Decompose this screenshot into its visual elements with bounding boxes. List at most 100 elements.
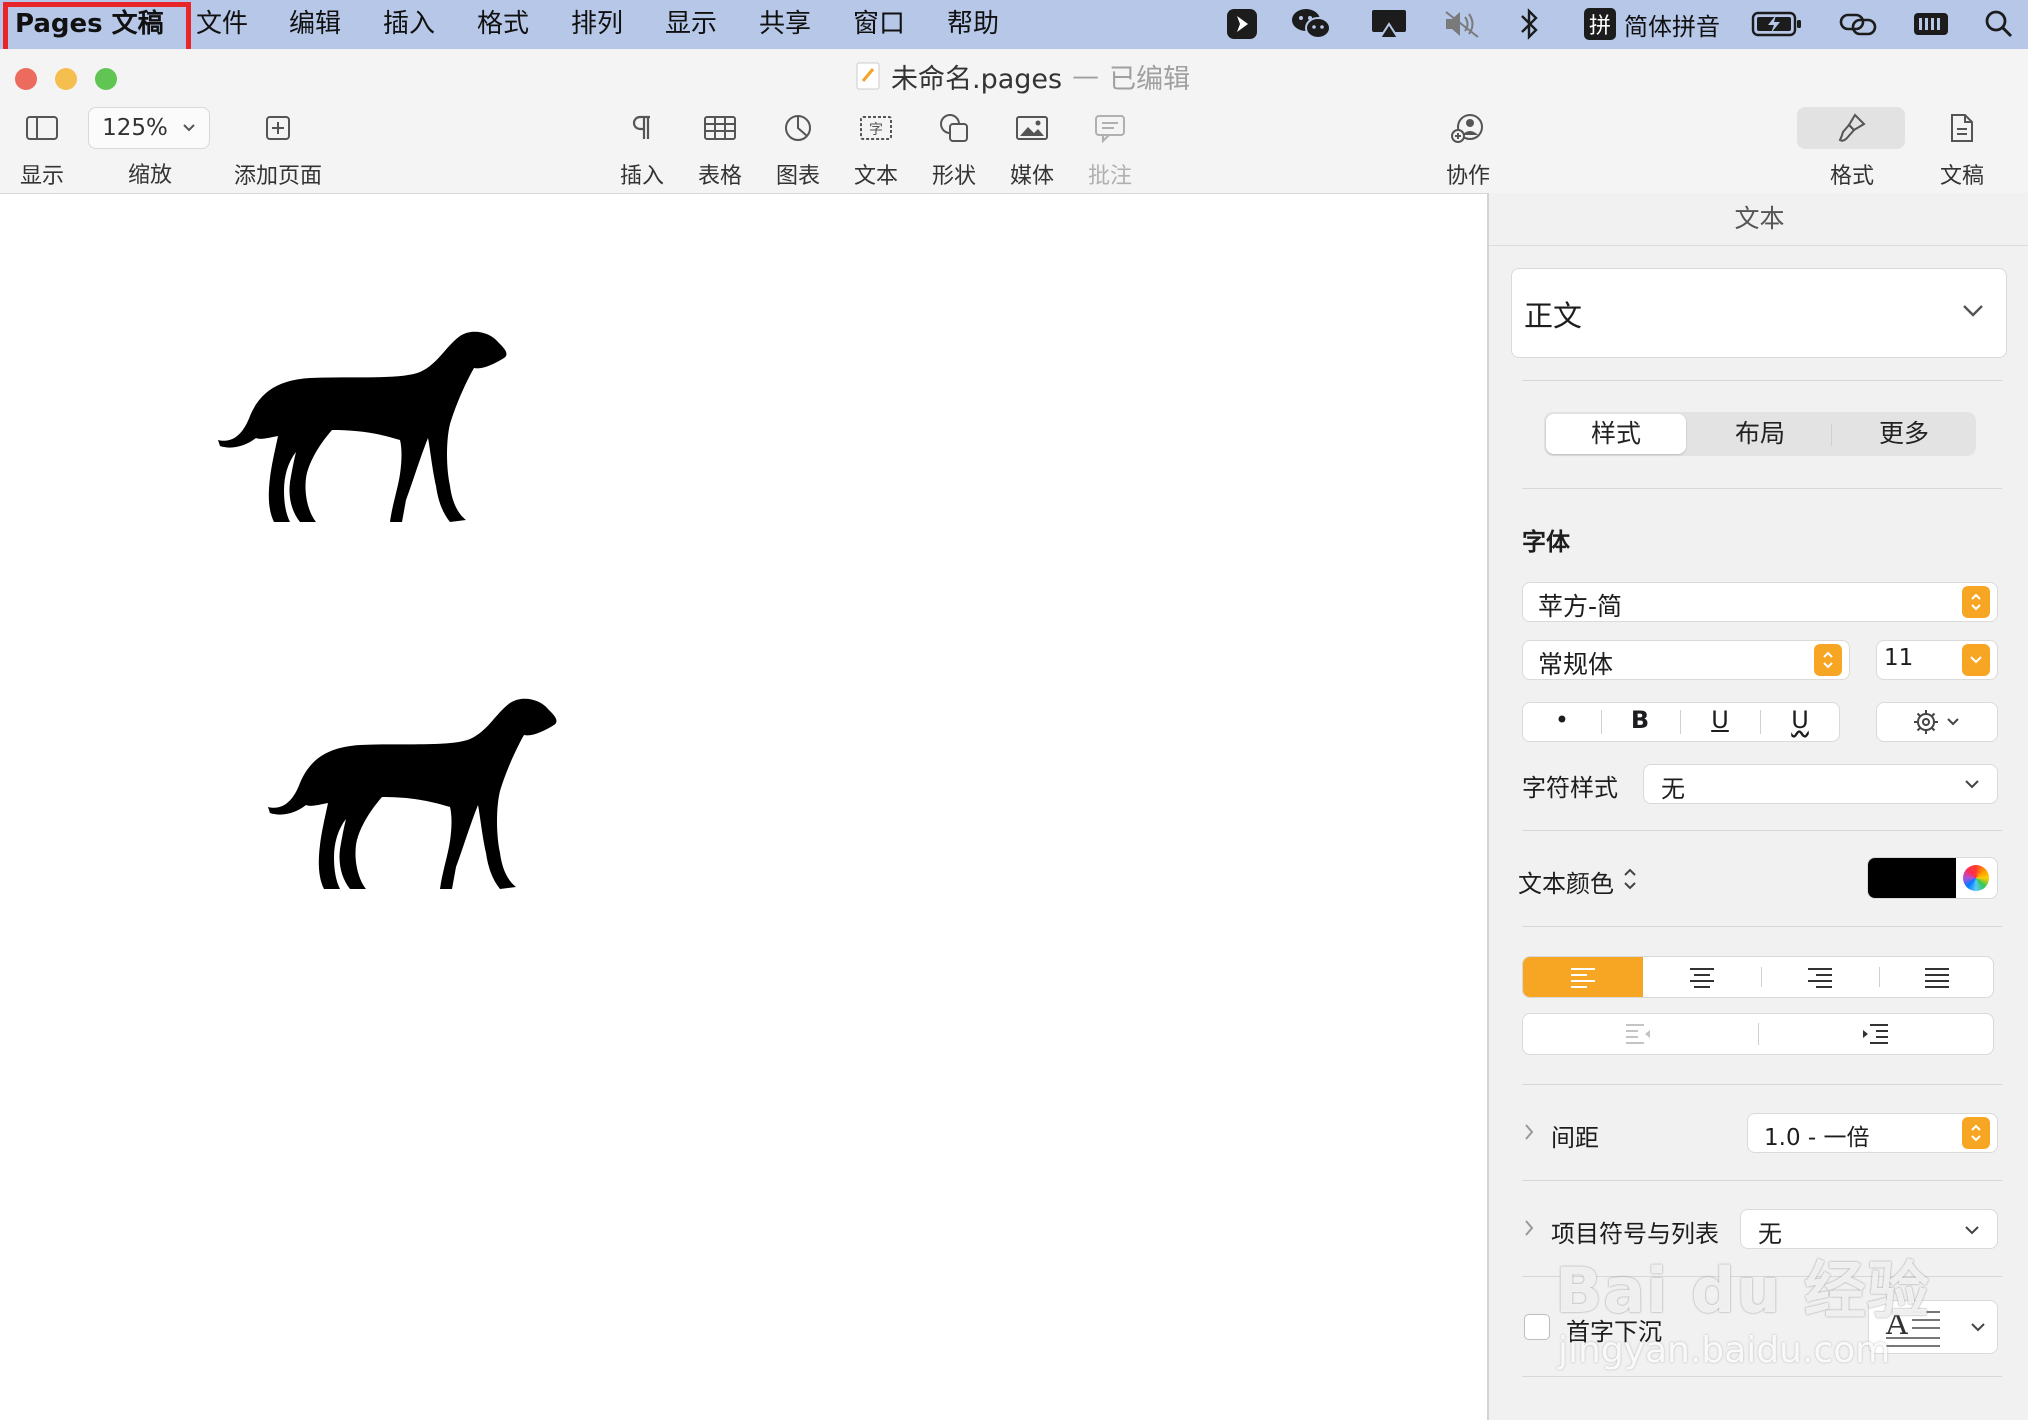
dog-silhouette-icon[interactable]	[214, 328, 508, 524]
tab-style[interactable]: 样式	[1546, 412, 1686, 456]
document-label: 文稿	[1940, 164, 1985, 189]
bold-button[interactable]: B	[1628, 706, 1652, 734]
paragraph-style-value: 正文	[1524, 299, 1583, 333]
edit-status: 已编辑	[1109, 63, 1191, 95]
align-left-button[interactable]	[1523, 957, 1643, 997]
paintbrush-icon	[1838, 113, 1866, 142]
sidebar-divider	[1522, 1376, 2002, 1377]
spacing-value: 1.0 - 一倍	[1764, 1125, 1870, 1151]
sidebar-divider	[1522, 830, 2002, 831]
bullet-style-button[interactable]: •	[1550, 706, 1574, 734]
char-style-value: 无	[1661, 775, 1685, 803]
add-page-label: 添加页面	[234, 164, 323, 189]
link-icon[interactable]	[1838, 6, 1878, 42]
font-family-value: 苹方-简	[1538, 592, 1623, 621]
tab-separator	[1831, 424, 1832, 446]
media-button[interactable]: 媒体	[1010, 108, 1054, 190]
menu-share[interactable]: 共享	[759, 6, 811, 42]
format-button[interactable]: 格式	[1830, 108, 1874, 190]
minimize-window-button[interactable]	[55, 68, 77, 90]
text-label: 文本	[854, 164, 899, 189]
sidebar-divider	[1522, 926, 2002, 927]
svg-text:字: 字	[869, 122, 883, 138]
muted-speaker-icon[interactable]	[1442, 6, 1482, 42]
tab-more[interactable]: 更多	[1834, 412, 1974, 456]
spacing-label: 间距	[1551, 1124, 1599, 1152]
chart-label: 图表	[776, 164, 821, 189]
menu-view[interactable]: 显示	[665, 6, 717, 42]
table-button[interactable]: 表格	[698, 108, 742, 190]
keyboard-icon[interactable]	[1912, 6, 1950, 42]
text-box-button[interactable]: 字 文本	[854, 108, 898, 190]
battery-charging-icon[interactable]	[1751, 6, 1803, 42]
menu-insert[interactable]: 插入	[383, 6, 435, 42]
zoom-window-button[interactable]	[95, 68, 117, 90]
align-right-button[interactable]	[1761, 957, 1879, 997]
document-button[interactable]: 文稿	[1940, 108, 1984, 190]
collaborate-label: 协作	[1446, 164, 1491, 189]
insert-button[interactable]: 插入	[620, 108, 664, 190]
close-window-button[interactable]	[15, 68, 37, 90]
add-page-button[interactable]: 添加页面	[234, 108, 322, 190]
chart-button[interactable]: 图表	[776, 108, 820, 190]
alignment-control	[1522, 956, 1994, 998]
font-weight-value: 常规体	[1538, 650, 1614, 679]
disclosure-chevron-icon[interactable]	[1522, 1218, 1536, 1238]
char-style-select[interactable]	[1643, 764, 1998, 804]
chevron-down-icon	[1965, 780, 1979, 789]
text-color-label: 文本颜色	[1518, 870, 1614, 898]
menu-help[interactable]: 帮助	[947, 6, 999, 42]
color-wheel-icon[interactable]	[1963, 865, 1989, 891]
underline-button[interactable]: U	[1708, 706, 1732, 734]
text-box-icon: 字	[860, 116, 892, 140]
font-size-dropdown-icon	[1962, 644, 1990, 676]
shape-button[interactable]: 形状	[932, 108, 976, 190]
menu-window[interactable]: 窗口	[853, 6, 905, 42]
zoom-label: 缩放	[128, 163, 173, 188]
bluetooth-icon[interactable]	[1518, 6, 1540, 42]
sidebar-view-icon	[26, 116, 58, 140]
align-center-button[interactable]	[1643, 957, 1761, 997]
disclosure-chevron-icon[interactable]	[1522, 1122, 1536, 1142]
media-icon	[1016, 116, 1048, 140]
menu-format[interactable]: 格式	[477, 6, 529, 42]
collaborate-button[interactable]: 协作	[1446, 108, 1490, 190]
zoom-value: 125%	[102, 115, 168, 141]
increase-indent-icon[interactable]	[1860, 1022, 1890, 1044]
align-justify-button[interactable]	[1879, 957, 1993, 997]
airplay-display-icon[interactable]	[1370, 6, 1408, 42]
comment-icon	[1095, 115, 1125, 143]
dropcap-checkbox[interactable]	[1524, 1314, 1550, 1340]
search-icon[interactable]	[1984, 6, 2014, 42]
paragraph-style-select[interactable]	[1511, 268, 2007, 358]
strikethrough-button[interactable]: U	[1788, 706, 1812, 734]
dog-silhouette-icon[interactable]	[264, 695, 558, 891]
char-style-label: 字符样式	[1522, 774, 1618, 802]
decrease-indent-icon[interactable]	[1624, 1022, 1654, 1044]
media-label: 媒体	[1010, 164, 1055, 189]
input-method-label: 简体拼音	[1624, 12, 1720, 41]
chevron-down-icon	[1965, 1226, 1979, 1235]
document-name: 未命名.pages	[891, 63, 1063, 95]
style-separator	[1760, 710, 1761, 734]
sidebar-divider	[1522, 1180, 2002, 1181]
input-method-badge: 拼	[1584, 8, 1616, 40]
zoom-select[interactable]: 125%	[88, 107, 210, 149]
wechat-icon[interactable]	[1290, 6, 1332, 42]
align-right-icon	[1808, 968, 1832, 988]
watermark-logo: Bai du 经验	[1555, 1254, 1931, 1327]
menu-edit[interactable]: 编辑	[289, 6, 341, 42]
insert-label: 插入	[620, 164, 665, 189]
tab-layout[interactable]: 布局	[1690, 412, 1830, 456]
align-left-icon	[1571, 968, 1595, 988]
menu-file[interactable]: 文件	[196, 6, 248, 42]
pages-document-icon	[856, 62, 880, 90]
pen-app-icon[interactable]	[1226, 6, 1258, 42]
document-icon	[1951, 114, 1973, 142]
sidebar-divider	[1522, 488, 2002, 489]
menu-arrange[interactable]: 排列	[571, 6, 623, 42]
format-label: 格式	[1830, 164, 1875, 189]
view-button[interactable]: 显示	[20, 108, 64, 190]
input-method-icon[interactable]: 拼 简体拼音	[1584, 6, 1720, 42]
comment-button[interactable]: 批注	[1088, 108, 1132, 190]
